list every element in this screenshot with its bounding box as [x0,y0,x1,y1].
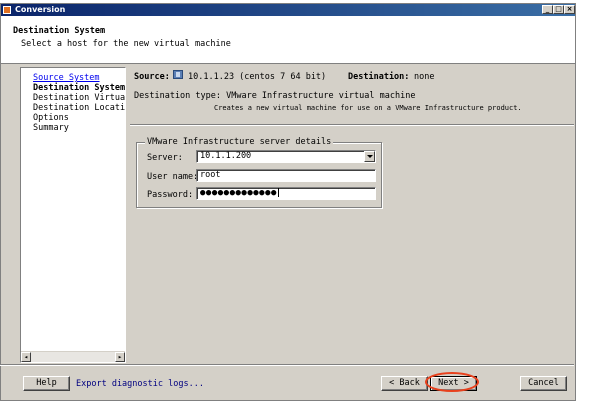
page-subtitle: Select a host for the new virtual machin… [21,39,231,49]
username-value: root [200,170,221,180]
virtual-machine-icon [173,70,183,79]
server-details-legend: VMware Infrastructure server details [145,137,334,147]
back-button[interactable]: < Back [381,376,428,391]
destination-value: none [414,72,435,82]
step-destination-system[interactable]: Destination System [33,83,125,93]
maximize-icon[interactable]: □ [553,5,564,14]
help-button[interactable]: Help [23,376,70,391]
destination-type-description: Creates a new virtual machine for use on… [214,104,522,112]
server-label: Server: [147,153,183,163]
window-title: Conversion [15,5,66,14]
title-bar[interactable]: Conversion _ □ × [1,4,575,16]
minimize-icon[interactable]: _ [542,5,553,14]
footer-divider [0,364,574,366]
username-label: User name: [147,172,199,182]
server-combobox[interactable]: 10.1.1.200 [196,150,376,163]
source-label: Source: [134,72,170,82]
wizard-steps-panel: Source System Destination System Destina… [20,67,126,363]
cancel-button[interactable]: Cancel [520,376,567,391]
source-value: 10.1.1.23 (centos 7 64 bit) [188,72,327,82]
scroll-left-icon[interactable]: ◂ [21,352,31,362]
chevron-down-icon[interactable] [364,151,375,162]
export-diagnostic-logs-link[interactable]: Export diagnostic logs... [76,379,204,389]
app-icon [3,6,11,14]
divider [130,124,574,126]
step-destination-virtual-machine: Destination Virtual M [33,93,126,103]
steps-horizontal-scrollbar[interactable]: ◂ ▸ [21,351,125,362]
password-field[interactable]: ●●●●●●●●●●●●● [196,187,376,200]
step-summary: Summary [33,123,69,133]
page-title: Destination System [13,26,106,36]
password-label: Password: [147,190,194,200]
text-caret [277,188,279,197]
password-value: ●●●●●●●●●●●●● [200,188,277,198]
wizard-header: Destination System Select a host for the… [1,16,575,64]
highlight-annotation-oval [425,372,479,392]
scroll-right-icon[interactable]: ▸ [115,352,125,362]
step-destination-location: Destination Location [33,103,126,113]
step-options: Options [33,113,69,123]
destination-type: Destination type: VMware Infrastructure … [134,91,416,101]
username-field[interactable]: root [196,169,376,182]
server-value: 10.1.1.200 [200,151,252,161]
close-icon[interactable]: × [564,5,575,14]
destination-label: Destination: [348,72,410,82]
step-source-system[interactable]: Source System [33,73,100,83]
